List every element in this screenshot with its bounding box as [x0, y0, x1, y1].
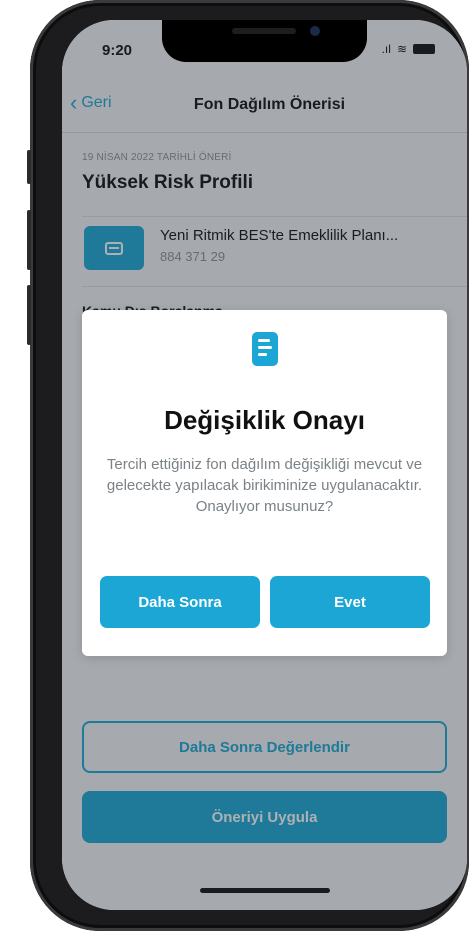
dialog-message: Tercih ettiğiniz fon dağılım değişikliği…: [106, 456, 423, 515]
volume-down-button: [27, 285, 31, 345]
front-camera: [310, 26, 320, 36]
dialog-title: Değişiklik Onayı: [164, 405, 365, 435]
phone-screen: 9:20 .ıl ≋ ‹ Geri Fon Dağılım Önerisi 19…: [62, 20, 467, 910]
speaker-grille: [232, 28, 296, 34]
notch: [162, 20, 367, 62]
volume-up-button: [27, 210, 31, 270]
document-icon: [252, 332, 278, 366]
mute-switch: [27, 150, 31, 184]
confirm-button[interactable]: Evet: [270, 576, 430, 628]
later-button[interactable]: Daha Sonra: [100, 576, 260, 628]
confirmation-dialog: Değişiklik Onayı Tercih ettiğiniz fon da…: [82, 310, 447, 656]
